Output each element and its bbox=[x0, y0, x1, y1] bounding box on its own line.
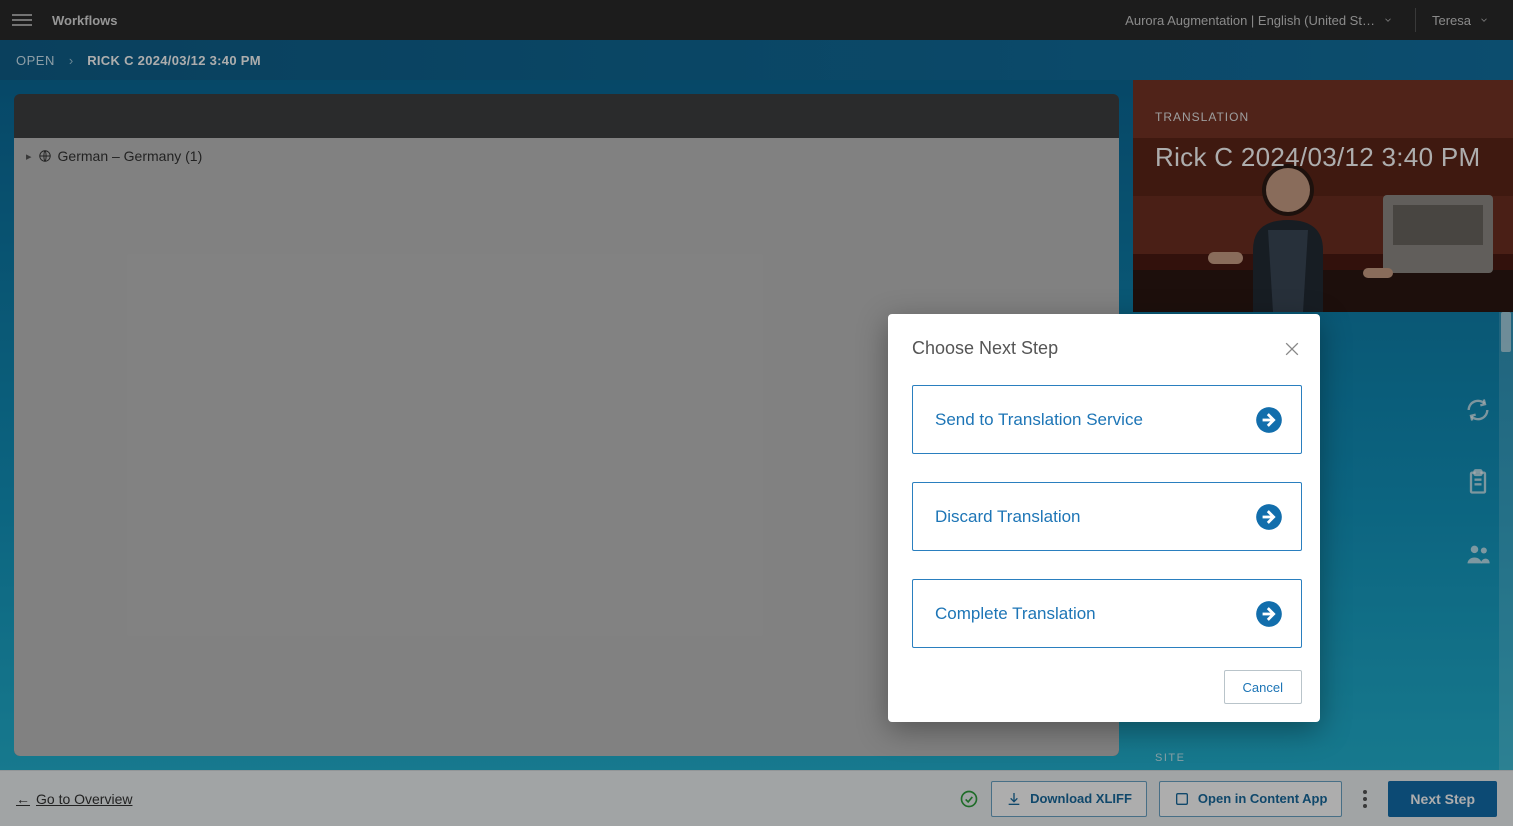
next-step-modal: Choose Next Step Send to Translation Ser… bbox=[888, 314, 1320, 722]
step-option-send[interactable]: Send to Translation Service bbox=[912, 385, 1302, 454]
cancel-button[interactable]: Cancel bbox=[1224, 670, 1302, 704]
step-option-list: Send to Translation Service Discard Tran… bbox=[912, 385, 1302, 648]
arrow-circle-right-icon bbox=[1255, 406, 1283, 434]
arrow-circle-right-icon bbox=[1255, 503, 1283, 531]
step-option-discard[interactable]: Discard Translation bbox=[912, 482, 1302, 551]
cancel-label: Cancel bbox=[1243, 680, 1283, 695]
step-option-label: Discard Translation bbox=[935, 507, 1081, 527]
step-option-label: Send to Translation Service bbox=[935, 410, 1143, 430]
modal-title: Choose Next Step bbox=[912, 338, 1058, 359]
step-option-complete[interactable]: Complete Translation bbox=[912, 579, 1302, 648]
arrow-circle-right-icon bbox=[1255, 600, 1283, 628]
close-icon[interactable] bbox=[1282, 339, 1302, 359]
step-option-label: Complete Translation bbox=[935, 604, 1096, 624]
